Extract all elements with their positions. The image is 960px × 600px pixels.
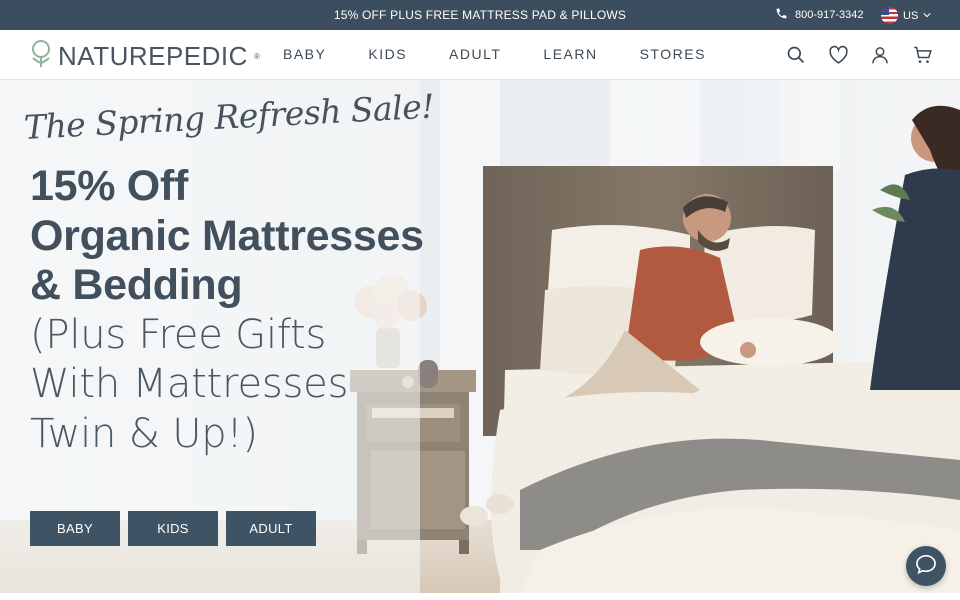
headline-line-2: Organic Mattresses [30,211,424,260]
shop-adult-button[interactable]: ADULT [226,511,316,546]
search-icon[interactable] [784,43,808,67]
leaf-logo-icon [30,39,52,74]
phone-link[interactable]: 800-917-3342 [775,7,864,23]
main-nav: BABY KIDS ADULT LEARN STORES [283,46,748,62]
nav-kids[interactable]: KIDS [368,46,407,62]
chat-icon [915,554,937,579]
chevron-down-icon [923,10,931,22]
registered-mark: ® [253,52,260,61]
chat-button[interactable] [906,546,946,586]
shop-baby-button[interactable]: BABY [30,511,120,546]
announcement-bar: 15% OFF PLUS FREE MATTRESS PAD & PILLOWS… [0,0,960,30]
shop-kids-button[interactable]: KIDS [128,511,218,546]
phone-number: 800-917-3342 [795,9,864,21]
headline-line-4: (Plus Free Gifts [30,311,327,358]
logo-wordmark: NATUREPEDIC [58,41,248,71]
headline-line-6: Twin & Up!) [30,410,258,457]
nav-adult[interactable]: ADULT [449,46,501,62]
page-bottom-strip [0,593,960,600]
hero-banner: The Spring Refresh Sale! 15% Off Organic… [0,80,960,593]
headline-line-3: & Bedding [30,261,243,309]
locale-label: US [903,9,919,22]
account-icon[interactable] [868,43,892,67]
us-flag-icon [881,7,898,24]
heart-icon[interactable] [826,43,850,67]
hero-cta-row: BABY KIDS ADULT [30,511,316,546]
nav-stores[interactable]: STORES [640,46,706,62]
nav-learn[interactable]: LEARN [543,46,597,62]
logo[interactable]: NATUREPEDIC ® [30,39,260,74]
headline-line-5: With Mattresses [30,361,349,407]
site-header: NATUREPEDIC ® BABY KIDS ADULT LEARN STOR… [0,30,960,80]
hero-headline: 15% Off Organic Mattresses & Bedding (Pl… [30,162,424,459]
header-actions [784,43,952,67]
locale-selector[interactable]: US [881,7,931,24]
cart-icon[interactable] [910,43,934,67]
nav-baby[interactable]: BABY [283,46,326,62]
headline-line-1: 15% Off [30,162,188,210]
phone-icon [775,7,788,23]
